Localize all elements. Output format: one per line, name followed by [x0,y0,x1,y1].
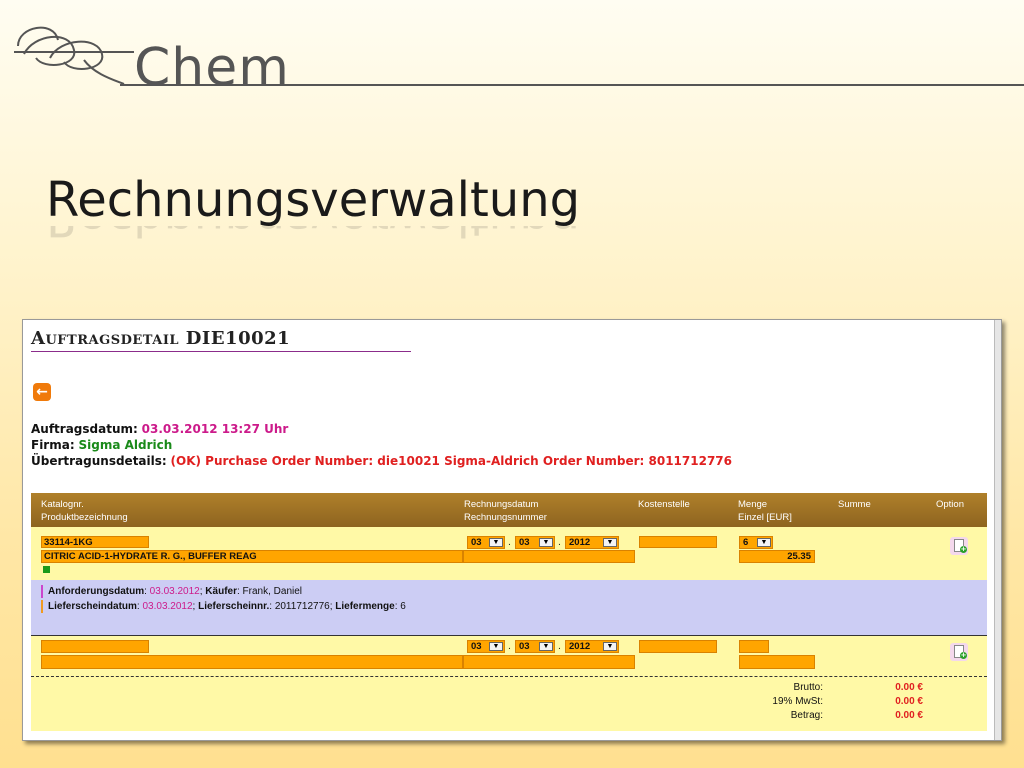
delivery-no-label: Lieferscheinnr. [198,601,270,612]
chevron-down-icon: ▼ [489,538,503,547]
chevron-down-icon: ▼ [603,538,617,547]
delivery-date-value: 03.03.2012 [142,601,193,612]
transfer-value: (OK) Purchase Order Number: die10021 Sig… [170,454,733,468]
new-year-value: 2012 [569,641,591,652]
logo-text: Chem [134,38,290,98]
col-catalog: Katalognr. Produktbezeichnung [41,498,128,524]
col-catalog-label: Katalognr. [41,499,84,510]
delivery-qty-label: Liefermenge [335,601,395,612]
new-day-value: 03 [471,641,482,652]
new-invoice-number-input[interactable] [463,655,635,669]
unit-price-value: 25.35 [787,551,811,562]
transfer-label: Übertragunsdetails: [31,454,167,468]
col-quantity: Menge Einzel [EUR] [738,498,792,524]
order-detail-screenshot: Auftragsdetail DIE10021 ← Auftragsdatum:… [22,319,1002,741]
new-cost-center-input[interactable] [639,640,717,653]
buyer-label: Käufer [205,586,237,597]
company-label: Firma: [31,438,75,452]
req-date-value: 03.03.2012 [149,586,200,597]
plus-icon: + [960,651,967,659]
delivery-no-value: 2011712776 [274,601,330,612]
col-unit-price-label: Einzel [EUR] [738,512,792,523]
status-indicator [43,566,50,573]
totals-separator [31,676,987,677]
product-input[interactable]: CITRIC ACID-1-HYDRATE R. G., BUFFER REAG [41,550,463,563]
product-value: CITRIC ACID-1-HYDRATE R. G., BUFFER REAG [44,551,257,562]
buyer-value: Frank, Daniel [242,586,303,597]
add-document-button[interactable]: + [950,643,968,661]
new-year-select[interactable]: 2012 ▼ [565,640,619,653]
request-details-line: Anforderungsdatum: 03.03.2012; Käufer: F… [41,585,302,598]
delivery-details-line: Lieferscheindatum: 03.03.2012; Liefersch… [41,600,406,613]
chevron-down-icon: ▼ [757,538,771,547]
slide-title-reflection-text: Rechnungsverwaltung [46,226,580,246]
new-quantity-input[interactable] [739,640,769,653]
table-header: Katalognr. Produktbezeichnung Rechnungsd… [31,493,987,527]
date-separator: . [558,538,561,548]
molecule-logo-icon [14,26,134,85]
day-select[interactable]: 03 ▼ [467,536,505,549]
company-value: Sigma Aldrich [78,438,173,452]
brutto-label: Brutto: [793,682,823,693]
col-sum-label: Summe [838,499,871,510]
date-separator: . [558,642,561,652]
col-product-label: Produktbezeichnung [41,512,128,523]
col-invoice-number-label: Rechnungsnummer [464,512,547,523]
year-value: 2012 [569,537,591,548]
new-unit-price-input[interactable] [739,655,815,669]
company-line: Firma: Sigma Aldrich [31,437,172,453]
month-value: 03 [519,537,530,548]
col-cost-center-label: Kostenstelle [638,499,690,510]
new-month-value: 03 [519,641,530,652]
delivery-date-label: Lieferscheindatum [48,601,137,612]
plus-icon: + [960,545,967,553]
new-catalog-input[interactable] [41,640,149,653]
month-select[interactable]: 03 ▼ [515,536,555,549]
slide-title: Rechnungsverwaltung [46,172,581,228]
tax-label: 19% MwSt: [772,696,823,707]
new-month-select[interactable]: 03 ▼ [515,640,555,653]
year-select[interactable]: 2012 ▼ [565,536,619,549]
date-separator: . [508,642,511,652]
order-date-line: Auftragsdatum: 03.03.2012 13:27 Uhr [31,421,288,437]
chevron-down-icon: ▼ [539,538,553,547]
arrow-left-icon: ← [36,384,48,400]
tax-value: 0.00 € [895,696,923,707]
add-document-button[interactable]: + [950,537,968,555]
day-value: 03 [471,537,482,548]
cost-center-input[interactable] [639,536,717,548]
req-date-label: Anforderungsdatum [48,586,145,597]
col-quantity-label: Menge [738,499,768,510]
slide-title-reflection: Rechnungsverwaltung [46,226,580,248]
invoice-number-input[interactable] [463,550,635,563]
chevron-down-icon: ▼ [539,642,553,651]
back-button[interactable]: ← [33,383,51,401]
quantity-value: 6 [743,537,749,548]
catalog-value: 33114-1KG [44,537,93,548]
quantity-select[interactable]: 6 ▼ [739,536,773,549]
order-date-label: Auftragsdatum: [31,422,138,436]
chevron-down-icon: ▼ [603,642,617,651]
header-rule [120,84,1024,86]
col-invoice: Rechnungsdatum Rechnungsnummer [464,498,547,524]
total-value: 0.00 € [895,710,923,721]
new-product-input[interactable] [41,655,463,669]
order-date-value: 03.03.2012 13:27 Uhr [141,422,289,436]
total-label: Betrag: [790,710,823,721]
delivery-qty-value: 6 [400,601,406,612]
col-option-label: Option [936,499,964,510]
delivery-details: Anforderungsdatum: 03.03.2012; Käufer: F… [31,580,987,635]
col-invoice-date-label: Rechnungsdatum [464,499,539,510]
chevron-down-icon: ▼ [489,642,503,651]
unit-price-input[interactable]: 25.35 [739,550,815,563]
catalog-input[interactable]: 33114-1KG [41,536,149,548]
brutto-value: 0.00 € [895,682,923,693]
transfer-line: Übertragunsdetails: (OK) Purchase Order … [31,453,732,469]
vertical-scrollbar[interactable] [994,320,1001,740]
new-day-select[interactable]: 03 ▼ [467,640,505,653]
date-separator: . [508,538,511,548]
row-separator [31,635,987,636]
invoice-table: Katalognr. Produktbezeichnung Rechnungsd… [31,493,987,731]
page-heading: Auftragsdetail DIE10021 [31,328,411,352]
